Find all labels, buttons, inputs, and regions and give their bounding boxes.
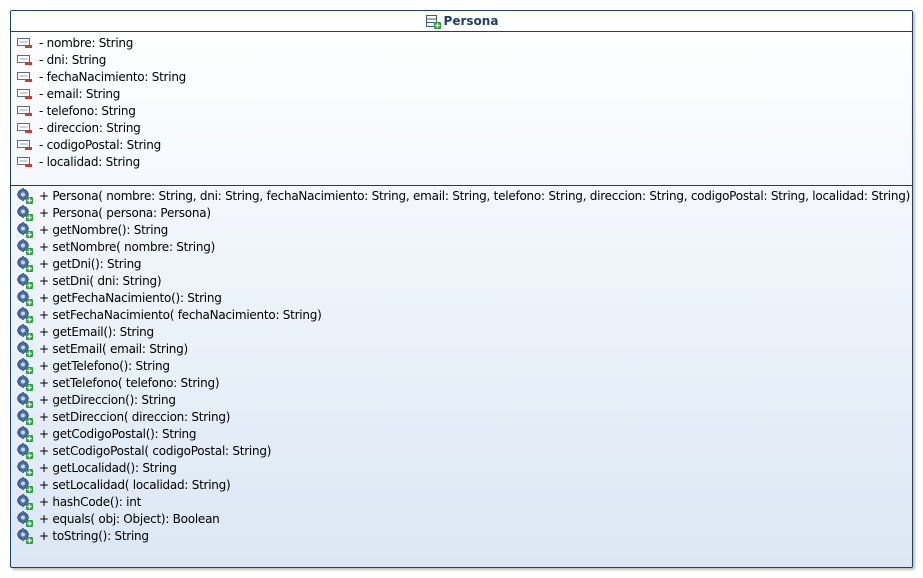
operation-text: + hashCode(): int xyxy=(39,494,142,509)
public-method-icon xyxy=(17,476,33,493)
operation-text: + setLocalidad( localidad: String) xyxy=(39,477,231,492)
attribute-text: - fechaNacimiento: String xyxy=(39,69,187,84)
public-method-icon xyxy=(17,357,33,374)
operation-row[interactable]: + setTelefono( telefono: String) xyxy=(11,374,912,391)
attribute-text: - localidad: String xyxy=(39,154,140,169)
operation-row[interactable]: + equals( obj: Object): Boolean xyxy=(11,510,912,527)
attributes-compartment: - nombre: String - dni: String - fechaNa… xyxy=(11,32,912,186)
attribute-text: - email: String xyxy=(39,86,121,101)
private-field-icon xyxy=(17,52,33,68)
operation-text: + toString(): String xyxy=(39,528,149,543)
operation-row[interactable]: + getFechaNacimiento(): String xyxy=(11,289,912,306)
operation-row[interactable]: + Persona( nombre: String, dni: String, … xyxy=(11,187,912,204)
operation-text: + setDireccion( direccion: String) xyxy=(39,409,231,424)
public-method-icon xyxy=(17,340,33,357)
attribute-text: - nombre: String xyxy=(39,35,134,50)
public-method-icon xyxy=(17,493,33,510)
operation-row[interactable]: + Persona( persona: Persona) xyxy=(11,204,912,221)
class-header[interactable]: Persona xyxy=(11,11,912,32)
operation-row[interactable]: + setDireccion( direccion: String) xyxy=(11,408,912,425)
operation-text: + getFechaNacimiento(): String xyxy=(39,290,222,305)
public-method-icon xyxy=(17,459,33,476)
public-method-icon xyxy=(17,187,33,204)
operation-text: + getCodigoPostal(): String xyxy=(39,426,197,441)
attribute-row[interactable]: - email: String xyxy=(11,85,912,102)
operation-text: + setFechaNacimiento( fechaNacimiento: S… xyxy=(39,307,322,322)
operation-row[interactable]: + setNombre( nombre: String) xyxy=(11,238,912,255)
operation-row[interactable]: + getCodigoPostal(): String xyxy=(11,425,912,442)
public-method-icon xyxy=(17,442,33,459)
operation-text: + Persona( nombre: String, dni: String, … xyxy=(39,188,911,203)
public-method-icon xyxy=(17,272,33,289)
operation-row[interactable]: + getTelefono(): String xyxy=(11,357,912,374)
public-method-icon xyxy=(17,255,33,272)
operation-text: + setDni( dni: String) xyxy=(39,273,162,288)
public-method-icon xyxy=(17,306,33,323)
class-icon xyxy=(425,14,441,29)
operation-text: + getNombre(): String xyxy=(39,222,169,237)
attribute-text: - dni: String xyxy=(39,52,107,67)
attribute-row[interactable]: - fechaNacimiento: String xyxy=(11,68,912,85)
operation-row[interactable]: + toString(): String xyxy=(11,527,912,544)
public-method-icon xyxy=(17,510,33,527)
public-method-icon xyxy=(17,204,33,221)
operation-text: + getEmail(): String xyxy=(39,324,154,339)
operation-text: + equals( obj: Object): Boolean xyxy=(39,511,220,526)
operation-text: + getLocalidad(): String xyxy=(39,460,177,475)
public-method-icon xyxy=(17,374,33,391)
attribute-row[interactable]: - telefono: String xyxy=(11,102,912,119)
operation-row[interactable]: + setEmail( email: String) xyxy=(11,340,912,357)
attribute-text: - telefono: String xyxy=(39,103,136,118)
operation-text: + Persona( persona: Persona) xyxy=(39,205,211,220)
uml-class-persona[interactable]: Persona - nombre: String - dni: String -… xyxy=(10,10,913,568)
private-field-icon xyxy=(17,69,33,85)
public-method-icon xyxy=(17,527,33,544)
operation-text: + getDni(): String xyxy=(39,256,142,271)
private-field-icon xyxy=(17,86,33,102)
attribute-text: - codigoPostal: String xyxy=(39,137,161,152)
private-field-icon xyxy=(17,103,33,119)
operation-text: + setEmail( email: String) xyxy=(39,341,188,356)
public-method-icon xyxy=(17,323,33,340)
attribute-text: - direccion: String xyxy=(39,120,141,135)
attribute-row[interactable]: - localidad: String xyxy=(11,153,912,170)
public-method-icon xyxy=(17,408,33,425)
operations-compartment: + Persona( nombre: String, dni: String, … xyxy=(11,186,912,544)
operation-row[interactable]: + getEmail(): String xyxy=(11,323,912,340)
public-method-icon xyxy=(17,425,33,442)
operation-row[interactable]: + getDireccion(): String xyxy=(11,391,912,408)
private-field-icon xyxy=(17,137,33,153)
operation-row[interactable]: + getLocalidad(): String xyxy=(11,459,912,476)
operation-row[interactable]: + setFechaNacimiento( fechaNacimiento: S… xyxy=(11,306,912,323)
private-field-icon xyxy=(17,154,33,170)
public-method-icon xyxy=(17,289,33,306)
operation-text: + setTelefono( telefono: String) xyxy=(39,375,220,390)
operation-text: + setCodigoPostal( codigoPostal: String) xyxy=(39,443,272,458)
operation-row[interactable]: + setCodigoPostal( codigoPostal: String) xyxy=(11,442,912,459)
operation-row[interactable]: + getNombre(): String xyxy=(11,221,912,238)
operation-text: + getTelefono(): String xyxy=(39,358,170,373)
attribute-row[interactable]: - nombre: String xyxy=(11,34,912,51)
operation-row[interactable]: + setLocalidad( localidad: String) xyxy=(11,476,912,493)
attribute-row[interactable]: - direccion: String xyxy=(11,119,912,136)
private-field-icon xyxy=(17,120,33,136)
attribute-row[interactable]: - codigoPostal: String xyxy=(11,136,912,153)
private-field-icon xyxy=(17,35,33,51)
operation-text: + setNombre( nombre: String) xyxy=(39,239,216,254)
class-name: Persona xyxy=(443,14,499,28)
public-method-icon xyxy=(17,221,33,238)
public-method-icon xyxy=(17,391,33,408)
operation-row[interactable]: + getDni(): String xyxy=(11,255,912,272)
public-method-icon xyxy=(17,238,33,255)
attribute-row[interactable]: - dni: String xyxy=(11,51,912,68)
operation-text: + getDireccion(): String xyxy=(39,392,176,407)
operation-row[interactable]: + setDni( dni: String) xyxy=(11,272,912,289)
operation-row[interactable]: + hashCode(): int xyxy=(11,493,912,510)
